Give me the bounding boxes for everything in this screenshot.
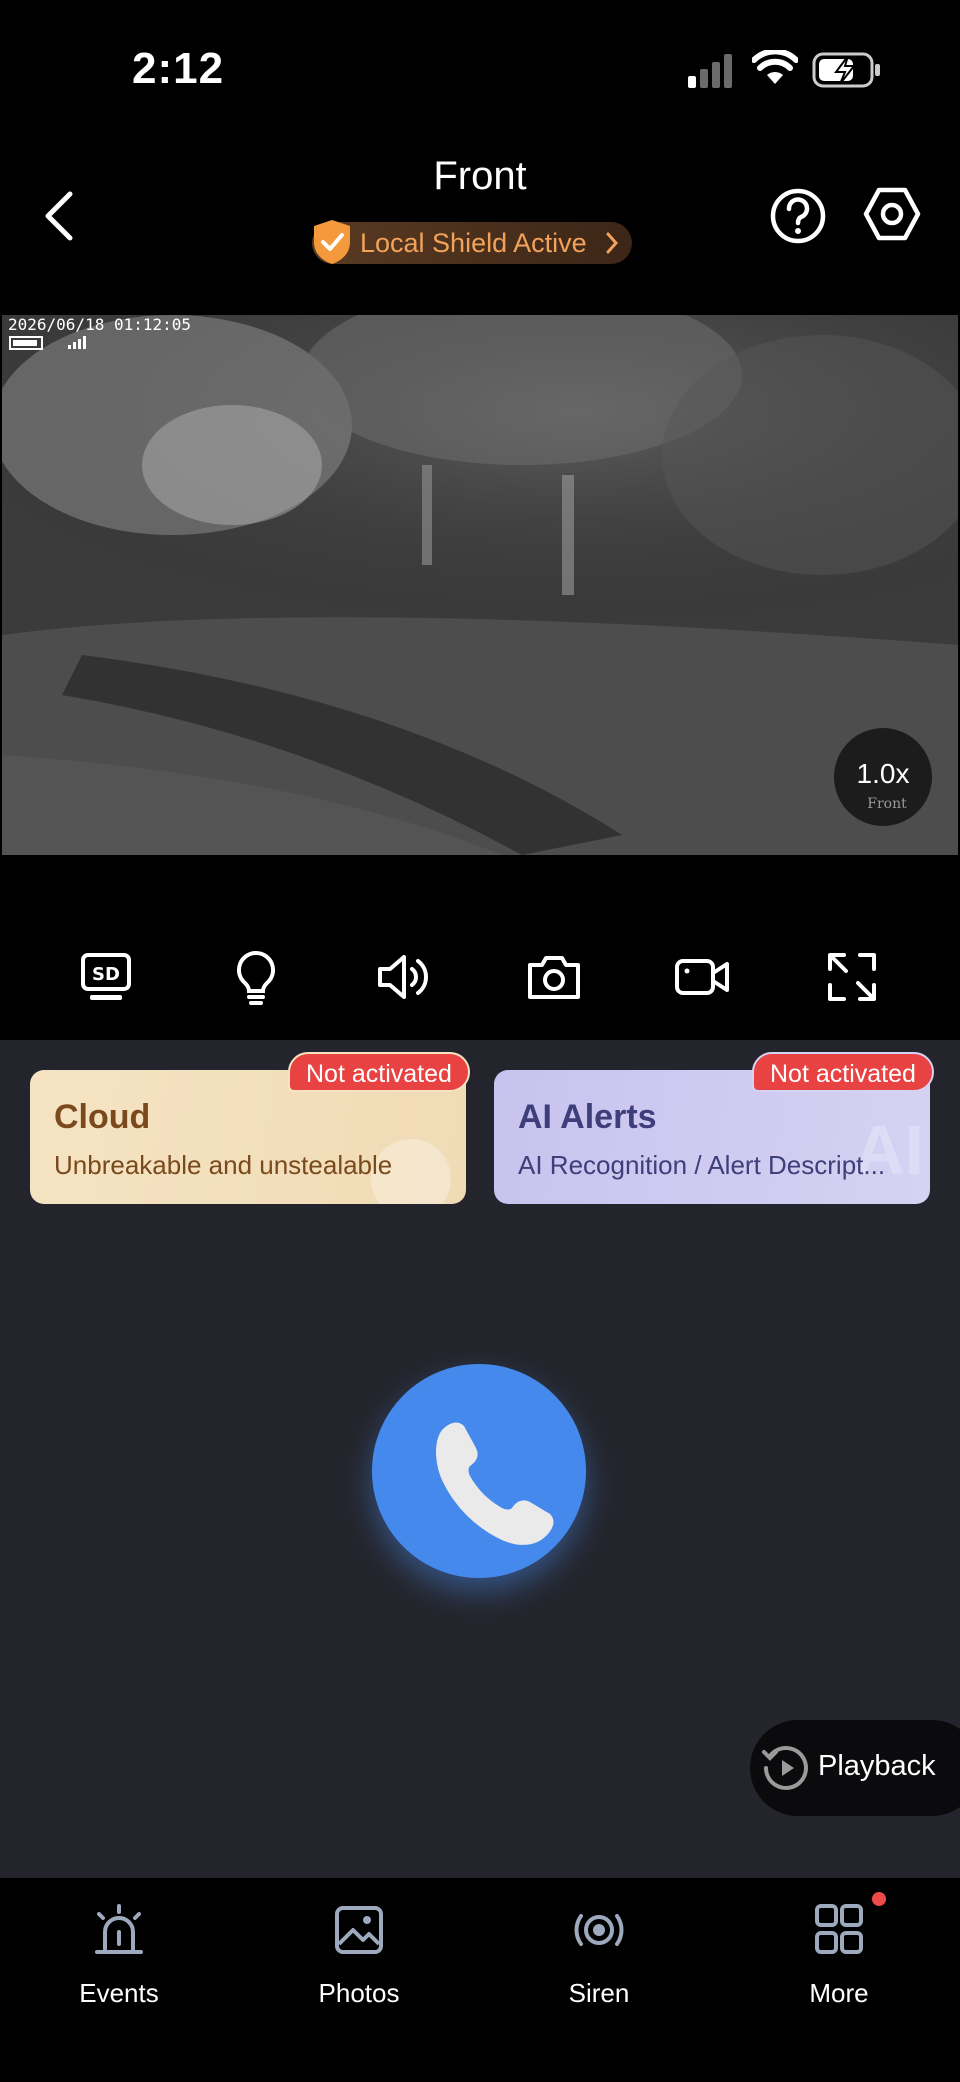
tab-siren-label: Siren (568, 1978, 630, 2008)
settings-icon[interactable] (862, 184, 922, 244)
cloud-title: Cloud (54, 1098, 151, 1136)
chevron-right-icon (606, 232, 619, 254)
wifi-icon (752, 50, 798, 84)
ai-alerts-title: AI Alerts (518, 1098, 657, 1136)
playback-label: Playback (818, 1750, 936, 1782)
siren-icon (574, 1914, 624, 1946)
header: Front Local Shield Active (0, 120, 960, 315)
fullscreen-icon[interactable] (822, 947, 882, 1007)
zoom-level: 1.0x (856, 758, 910, 789)
sd-icon[interactable]: SD (76, 947, 136, 1007)
cloud-subtitle: Unbreakable and unstealable (54, 1150, 393, 1180)
phone-icon (436, 1422, 554, 1545)
notification-dot (872, 1892, 886, 1906)
photo-icon (335, 1906, 383, 1954)
tab-more[interactable]: More (739, 1892, 939, 2012)
tab-events[interactable]: Events (19, 1892, 219, 2012)
video-timestamp: 2026/06/18 01:12:05 (8, 315, 192, 334)
alarm-light-icon (95, 1904, 143, 1954)
zoom-camera-label: Front (867, 796, 907, 812)
zoom-level-button[interactable]: 1.0x Front (834, 728, 932, 826)
svg-text:SD: SD (92, 964, 120, 985)
playback-icon (762, 1746, 808, 1790)
cellular-signal-icon (688, 54, 732, 88)
light-bulb-icon[interactable] (226, 947, 286, 1007)
tab-photos[interactable]: Photos (259, 1892, 459, 2012)
video-record-icon[interactable] (672, 947, 732, 1007)
local-shield-label: Local Shield Active (360, 227, 587, 258)
call-button[interactable] (372, 1364, 586, 1578)
tab-more-label: More (809, 1978, 869, 2008)
cloud-status-badge: Not activated (288, 1052, 470, 1092)
tab-siren[interactable]: Siren (499, 1892, 699, 2012)
tab-photos-label: Photos (318, 1978, 400, 2008)
grid-icon (815, 1904, 863, 1954)
camera-icon[interactable] (524, 947, 584, 1007)
speaker-icon[interactable] (374, 947, 434, 1007)
night-vision-scene (2, 315, 958, 855)
status-bar: 2:12 (0, 0, 960, 120)
ai-alerts-status-badge: Not activated (752, 1052, 934, 1092)
local-shield-badge[interactable]: Local Shield Active (312, 222, 632, 264)
live-controls-toolbar: SD (0, 855, 960, 1040)
camera-live-view[interactable]: 2026/06/18 01:12:05 1.0x Front (2, 315, 958, 855)
help-icon[interactable] (768, 186, 828, 246)
bottom-tab-bar: Events Photos Siren More (0, 1878, 960, 2082)
status-time: 2:12 (132, 44, 225, 93)
shield-check-icon (314, 220, 350, 264)
playback-button[interactable]: Playback (750, 1720, 960, 1816)
ai-alerts-subtitle: AI Recognition / Alert Descript... (518, 1150, 886, 1180)
battery-charging-icon (812, 52, 880, 88)
tab-events-label: Events (79, 1978, 159, 2008)
